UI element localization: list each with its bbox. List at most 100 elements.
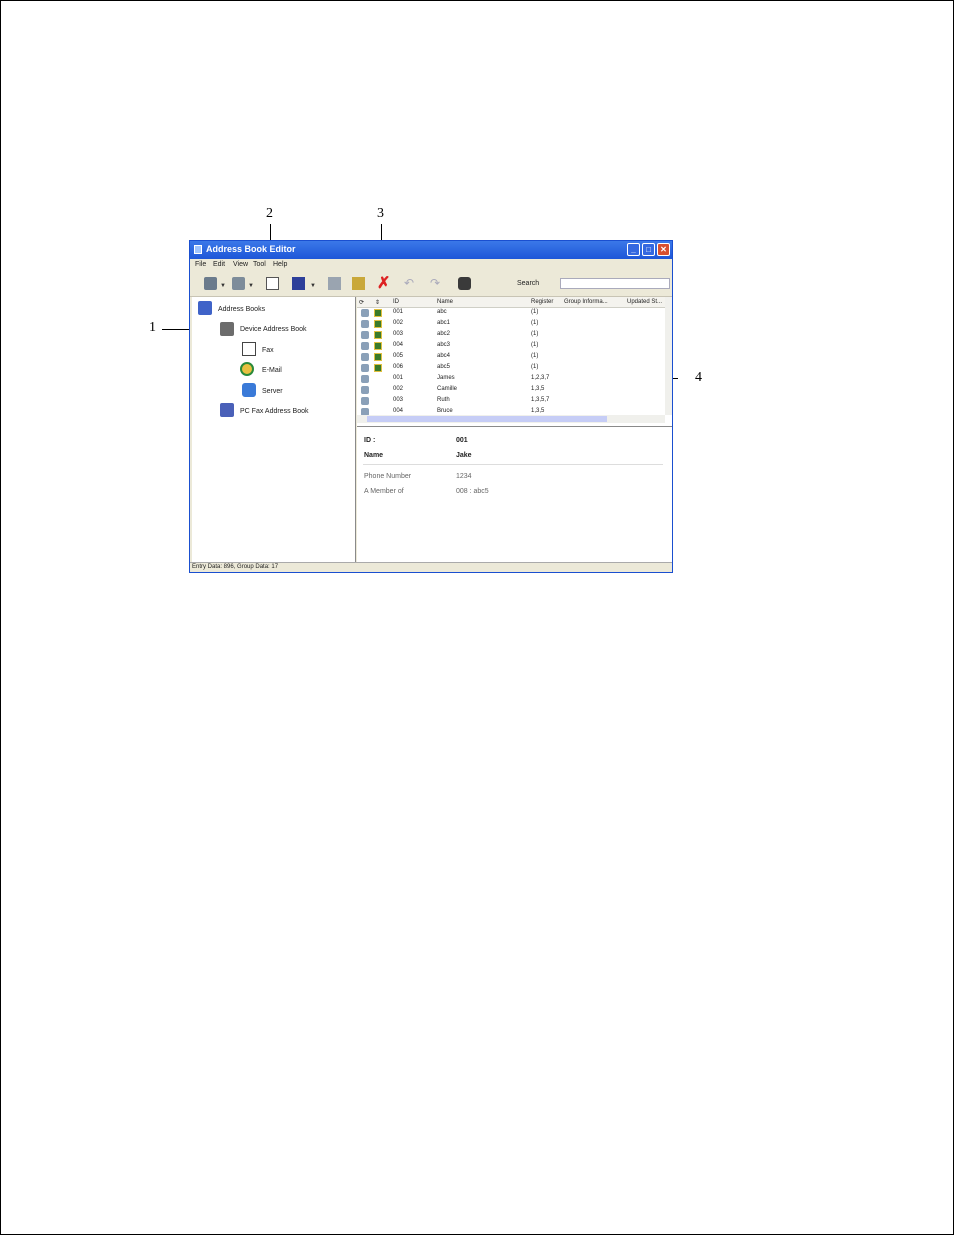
cell-register: (1) bbox=[531, 309, 539, 315]
entry-icon bbox=[361, 408, 369, 415]
detail-separator bbox=[363, 464, 663, 465]
properties-icon[interactable] bbox=[266, 277, 279, 290]
close-button[interactable]: ✕ bbox=[657, 243, 670, 256]
window-title: Address Book Editor bbox=[206, 244, 296, 254]
cell-name: abc4 bbox=[437, 353, 451, 359]
table-row[interactable]: 002 Camille 1,3,5 bbox=[357, 385, 665, 395]
redo-icon[interactable]: ↷ bbox=[430, 277, 443, 290]
entry-icon bbox=[361, 386, 369, 394]
device-icon bbox=[220, 322, 234, 336]
callout-2: 2 bbox=[266, 206, 273, 221]
email-icon bbox=[240, 362, 254, 376]
group-icon bbox=[374, 309, 382, 317]
search-input[interactable] bbox=[560, 278, 670, 289]
callout-3: 3 bbox=[377, 206, 384, 221]
list-vertical-scrollbar[interactable] bbox=[665, 297, 672, 415]
table-row[interactable]: 004 Bruce 1,3,5 bbox=[357, 407, 665, 415]
app-icon bbox=[194, 245, 202, 254]
group-icon bbox=[374, 342, 382, 350]
cell-id: 003 bbox=[393, 331, 404, 337]
cell-register: 1,3,5,7 bbox=[531, 397, 550, 403]
tree-item-pc-fax-address-book[interactable]: PC Fax Address Book bbox=[240, 408, 308, 415]
cell-register: (1) bbox=[531, 342, 539, 348]
entry-icon bbox=[361, 364, 369, 372]
cell-name: Camille bbox=[437, 386, 458, 392]
table-row[interactable]: 001 abc (1) bbox=[357, 308, 665, 318]
title-bar[interactable]: Address Book Editor _ □ ✕ bbox=[190, 241, 672, 259]
maximize-button[interactable]: □ bbox=[642, 243, 655, 256]
minimize-button[interactable]: _ bbox=[627, 243, 640, 256]
table-row[interactable]: 004 abc3 (1) bbox=[357, 341, 665, 351]
cell-name: James bbox=[437, 375, 455, 381]
address-book-editor-window: Address Book Editor _ □ ✕ File Edit View… bbox=[189, 240, 673, 573]
cell-name: abc bbox=[437, 309, 447, 315]
column-updated-status[interactable]: Updated St... bbox=[627, 299, 662, 305]
column-type-icon[interactable]: ⟳ bbox=[359, 299, 364, 306]
new-entry-dropdown-icon[interactable]: ▼ bbox=[220, 283, 226, 289]
save-dropdown-icon[interactable]: ▼ bbox=[310, 283, 316, 289]
callout-1: 1 bbox=[149, 320, 156, 335]
status-text: Entry Data: 896, Group Data: 17 bbox=[192, 564, 279, 570]
column-group-information[interactable]: Group Informa... bbox=[564, 299, 608, 305]
detail-phone-value: 1234 bbox=[456, 473, 472, 480]
column-id[interactable]: ID bbox=[393, 299, 399, 305]
find-icon[interactable] bbox=[458, 277, 471, 290]
cell-register: 1,2,3,7 bbox=[531, 375, 550, 381]
table-row[interactable]: 006 abc5 (1) bbox=[357, 363, 665, 373]
new-entry-icon[interactable] bbox=[204, 277, 217, 290]
paste-icon[interactable] bbox=[352, 277, 365, 290]
column-register[interactable]: Register bbox=[531, 299, 553, 305]
address-book-tree: Address Books Device Address Book Fax E-… bbox=[192, 297, 356, 564]
cell-id: 001 bbox=[393, 309, 404, 315]
entry-icon bbox=[361, 309, 369, 317]
cell-name: abc1 bbox=[437, 320, 451, 326]
cell-register: 1,3,5 bbox=[531, 408, 545, 414]
cell-register: 1,3,5 bbox=[531, 386, 545, 392]
menu-tool[interactable]: Tool bbox=[253, 261, 266, 268]
address-books-icon bbox=[198, 301, 212, 315]
entry-icon bbox=[361, 331, 369, 339]
detail-phone-label: Phone Number bbox=[364, 473, 412, 480]
table-row[interactable]: 005 abc4 (1) bbox=[357, 352, 665, 362]
list-header: ⟳ ⇕ ID Name Register Group Informa... Up… bbox=[357, 297, 665, 308]
list-horizontal-scrollbar[interactable] bbox=[357, 415, 665, 423]
toolbar: ▼ ▼ ▼ ✗ ↶ ↷ Search bbox=[190, 271, 672, 297]
cell-name: abc2 bbox=[437, 331, 451, 337]
cell-id: 004 bbox=[393, 342, 404, 348]
tree-item-fax[interactable]: Fax bbox=[262, 347, 274, 354]
undo-icon[interactable]: ↶ bbox=[404, 277, 417, 290]
save-icon[interactable] bbox=[292, 277, 305, 290]
tree-item-server[interactable]: Server bbox=[262, 388, 283, 395]
new-group-dropdown-icon[interactable]: ▼ bbox=[248, 283, 254, 289]
cell-id: 004 bbox=[393, 408, 404, 414]
entry-icon bbox=[361, 375, 369, 383]
menu-help[interactable]: Help bbox=[273, 261, 287, 268]
menu-bar: File Edit View Tool Help bbox=[190, 259, 672, 271]
entry-icon bbox=[361, 320, 369, 328]
menu-view[interactable]: View bbox=[233, 261, 248, 268]
cell-id: 002 bbox=[393, 386, 404, 392]
menu-edit[interactable]: Edit bbox=[213, 261, 225, 268]
menu-file[interactable]: File bbox=[195, 261, 206, 268]
tree-item-device-address-book[interactable]: Device Address Book bbox=[240, 326, 307, 333]
copy-icon[interactable] bbox=[328, 277, 341, 290]
detail-name-value: Jake bbox=[456, 452, 472, 459]
column-group-icon[interactable]: ⇕ bbox=[375, 299, 380, 306]
table-row[interactable]: 002 abc1 (1) bbox=[357, 319, 665, 329]
group-icon bbox=[374, 353, 382, 361]
delete-icon[interactable]: ✗ bbox=[377, 276, 390, 292]
new-group-icon[interactable] bbox=[232, 277, 245, 290]
detail-member-value: 008 : abc5 bbox=[456, 488, 489, 495]
table-row[interactable]: 003 abc2 (1) bbox=[357, 330, 665, 340]
table-row[interactable]: 001 James 1,2,3,7 bbox=[357, 374, 665, 384]
tree-item-address-books[interactable]: Address Books bbox=[218, 306, 265, 313]
tree-item-email[interactable]: E-Mail bbox=[262, 367, 282, 374]
cell-name: abc3 bbox=[437, 342, 451, 348]
entry-icon bbox=[361, 353, 369, 361]
column-name[interactable]: Name bbox=[437, 299, 453, 305]
cell-register: (1) bbox=[531, 364, 539, 370]
cell-id: 006 bbox=[393, 364, 404, 370]
table-row[interactable]: 003 Ruth 1,3,5,7 bbox=[357, 396, 665, 406]
horizontal-scroll-thumb[interactable] bbox=[367, 416, 607, 422]
cell-id: 005 bbox=[393, 353, 404, 359]
